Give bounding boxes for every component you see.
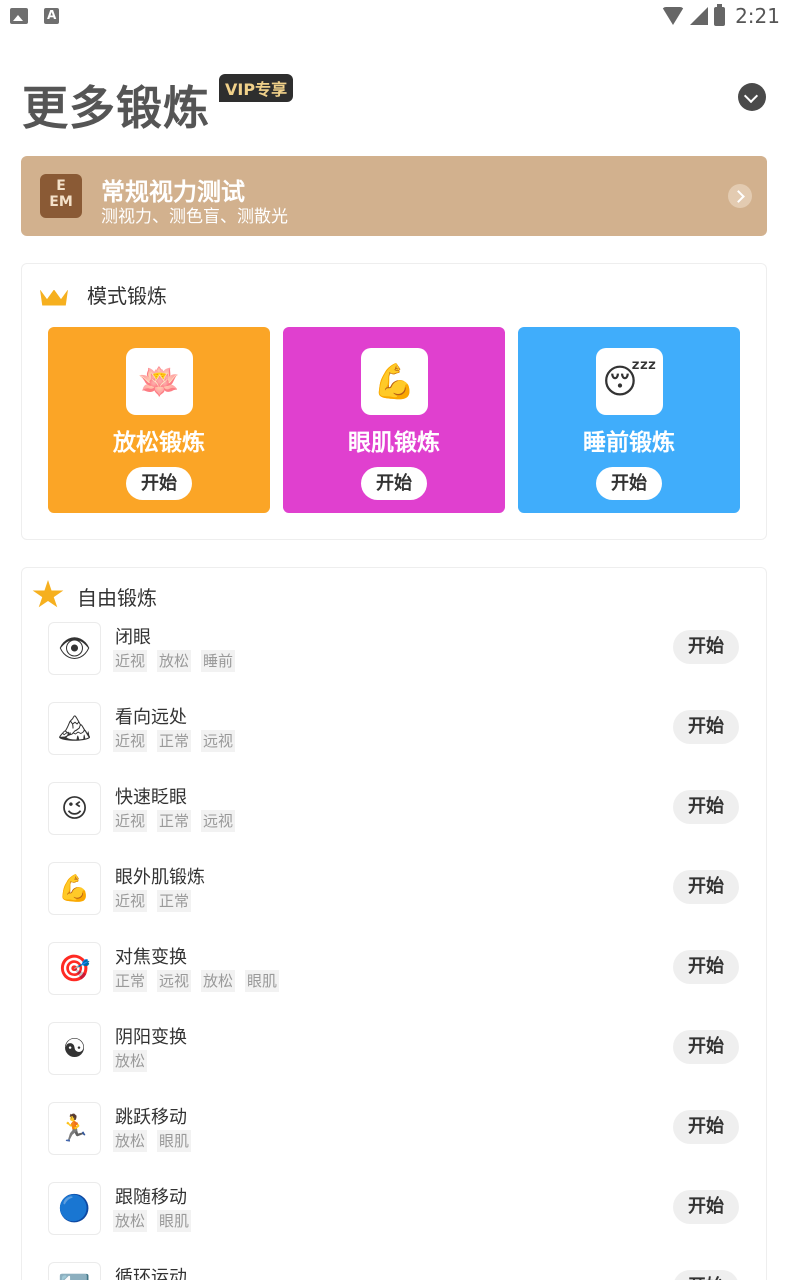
exercise-icon: ☯	[48, 1022, 101, 1075]
list-item[interactable]: 😉 快速眨眼 近视 正常 远视 开始	[22, 782, 766, 862]
vision-test-card[interactable]: E EM 常规视力测试 测视力、测色盲、测散光	[21, 156, 767, 236]
vip-badge: VIP专享	[219, 74, 294, 102]
exercise-tags: 近视 正常 远视	[113, 730, 236, 752]
star-icon	[32, 580, 64, 612]
start-button[interactable]: 开始	[361, 467, 427, 500]
exercise-tag: 远视	[201, 810, 236, 832]
exercise-tags: 放松 眼肌	[113, 1130, 192, 1152]
exercise-tags: 放松 眼肌	[113, 1210, 192, 1232]
start-button[interactable]: 开始	[673, 950, 739, 984]
list-item[interactable]: 👁 闭眼 近视 放松 睡前 开始	[22, 622, 766, 702]
page-header: 更多锻炼 VIP专享	[22, 70, 772, 135]
start-button[interactable]: 开始	[673, 630, 739, 664]
exercise-icon: 🏃	[48, 1102, 101, 1155]
battery-icon	[714, 3, 726, 26]
list-item[interactable]: 🎯 对焦变换 正常 远视 放松 眼肌 开始	[22, 942, 766, 1022]
exercise-tag: 远视	[157, 970, 192, 992]
list-item[interactable]: 💪 眼外肌锻炼 近视 正常 开始	[22, 862, 766, 942]
exercise-tag: 远视	[201, 730, 236, 752]
start-button[interactable]: 开始	[673, 870, 739, 904]
exercise-tag: 正常	[157, 890, 192, 912]
exercise-tag: 放松	[113, 1210, 148, 1232]
exercise-tag: 眼肌	[157, 1130, 192, 1152]
section-title: 自由锻炼	[77, 585, 157, 610]
image-icon	[10, 8, 28, 24]
exercise-name: 跳跃移动	[115, 1107, 187, 1128]
start-button[interactable]: 开始	[596, 467, 662, 500]
wifi-icon	[662, 7, 685, 25]
exercise-tag: 眼肌	[245, 970, 280, 992]
exercise-tag: 睡前	[201, 650, 236, 672]
exercise-tags: 近视 放松 睡前	[113, 650, 236, 672]
start-button[interactable]: 开始	[126, 467, 192, 500]
exercise-name: 对焦变换	[115, 947, 187, 968]
start-button[interactable]: 开始	[673, 710, 739, 744]
mode-card[interactable]: 💪 眼肌锻炼开始	[283, 327, 505, 513]
mode-card[interactable]: 😴 睡前锻炼开始	[518, 327, 740, 513]
exercise-icon: 💪	[48, 862, 101, 915]
list-item[interactable]: 🔄 循环运动 开始	[22, 1262, 766, 1280]
mode-card-name: 睡前锻炼	[583, 430, 675, 456]
exercise-icon: 🔵	[48, 1182, 101, 1235]
mode-exercise-section: 模式锻炼 🪷 放松锻炼开始 💪 眼肌锻炼开始 😴 睡前锻炼开始	[21, 263, 767, 540]
free-exercise-section: 自由锻炼 👁 闭眼 近视 放松 睡前 开始 🏔 看向远处 近视 正常 远视 开始 😉 快速眨眼 近视 正常 远视…	[21, 567, 767, 1280]
exercise-tag: 眼肌	[157, 1210, 192, 1232]
list-item[interactable]: 🏔 看向远处 近视 正常 远视 开始	[22, 702, 766, 782]
exercise-tags: 正常 远视 放松 眼肌	[113, 970, 280, 992]
mode-card-name: 眼肌锻炼	[348, 430, 440, 456]
exercise-list: 👁 闭眼 近视 放松 睡前 开始 🏔 看向远处 近视 正常 远视 开始 😉 快速眨眼 近视 正常 远视 开始 💪 眼外…	[22, 622, 766, 1280]
mode-card-name: 放松锻炼	[113, 430, 205, 456]
exercise-tag: 放松	[201, 970, 236, 992]
exercise-tag: 近视	[113, 650, 148, 672]
cellular-icon	[690, 7, 709, 25]
section-title: 模式锻炼	[87, 284, 167, 308]
start-button[interactable]: 开始	[673, 1110, 739, 1144]
exercise-name: 快速眨眼	[115, 787, 187, 808]
collapse-button[interactable]	[738, 83, 766, 111]
exercise-tags: 近视 正常	[113, 890, 192, 912]
exercise-tag: 正常	[113, 970, 148, 992]
exercise-name: 眼外肌锻炼	[115, 867, 205, 888]
mode-card[interactable]: 🪷 放松锻炼开始	[48, 327, 270, 513]
exercise-tag: 正常	[157, 810, 192, 832]
list-item[interactable]: ☯ 阴阳变换 放松 开始	[22, 1022, 766, 1102]
vision-test-subtitle: 测视力、测色盲、测散光	[101, 207, 288, 227]
mode-icon: 🪷	[126, 348, 193, 415]
start-button[interactable]: 开始	[673, 1270, 739, 1280]
exercise-name: 看向远处	[115, 707, 187, 728]
exercise-icon: 👁	[48, 622, 101, 675]
exercise-tags: 近视 正常 远视	[113, 810, 236, 832]
page-title: 更多锻炼	[22, 81, 210, 135]
start-button[interactable]: 开始	[673, 1030, 739, 1064]
exercise-icon: 🔄	[48, 1262, 101, 1280]
status-bar: 2:21	[0, 0, 794, 34]
exercise-tag: 近视	[113, 890, 148, 912]
font-icon	[44, 8, 59, 24]
exercise-name: 阴阳变换	[115, 1027, 187, 1048]
exercise-icon: 🏔	[48, 702, 101, 755]
crown-icon	[38, 282, 70, 308]
exercise-name: 循环运动	[115, 1267, 187, 1280]
status-time: 2:21	[735, 4, 780, 28]
eye-chart-icon: E EM	[40, 174, 82, 218]
exercise-tag: 放松	[157, 650, 192, 672]
exercise-tags: 放松	[113, 1050, 148, 1072]
exercise-tag: 近视	[113, 810, 148, 832]
mode-icon: 💪	[361, 348, 428, 415]
mode-icon: 😴	[596, 348, 663, 415]
exercise-name: 闭眼	[115, 627, 151, 648]
exercise-name: 跟随移动	[115, 1187, 187, 1208]
start-button[interactable]: 开始	[673, 790, 739, 824]
start-button[interactable]: 开始	[673, 1190, 739, 1224]
exercise-tag: 正常	[157, 730, 192, 752]
list-item[interactable]: 🏃 跳跃移动 放松 眼肌 开始	[22, 1102, 766, 1182]
exercise-tag: 放松	[113, 1130, 148, 1152]
exercise-icon: 😉	[48, 782, 101, 835]
exercise-tag: 近视	[113, 730, 148, 752]
exercise-icon: 🎯	[48, 942, 101, 995]
exercise-tag: 放松	[113, 1050, 148, 1072]
chevron-right-icon	[728, 184, 752, 208]
list-item[interactable]: 🔵 跟随移动 放松 眼肌 开始	[22, 1182, 766, 1262]
